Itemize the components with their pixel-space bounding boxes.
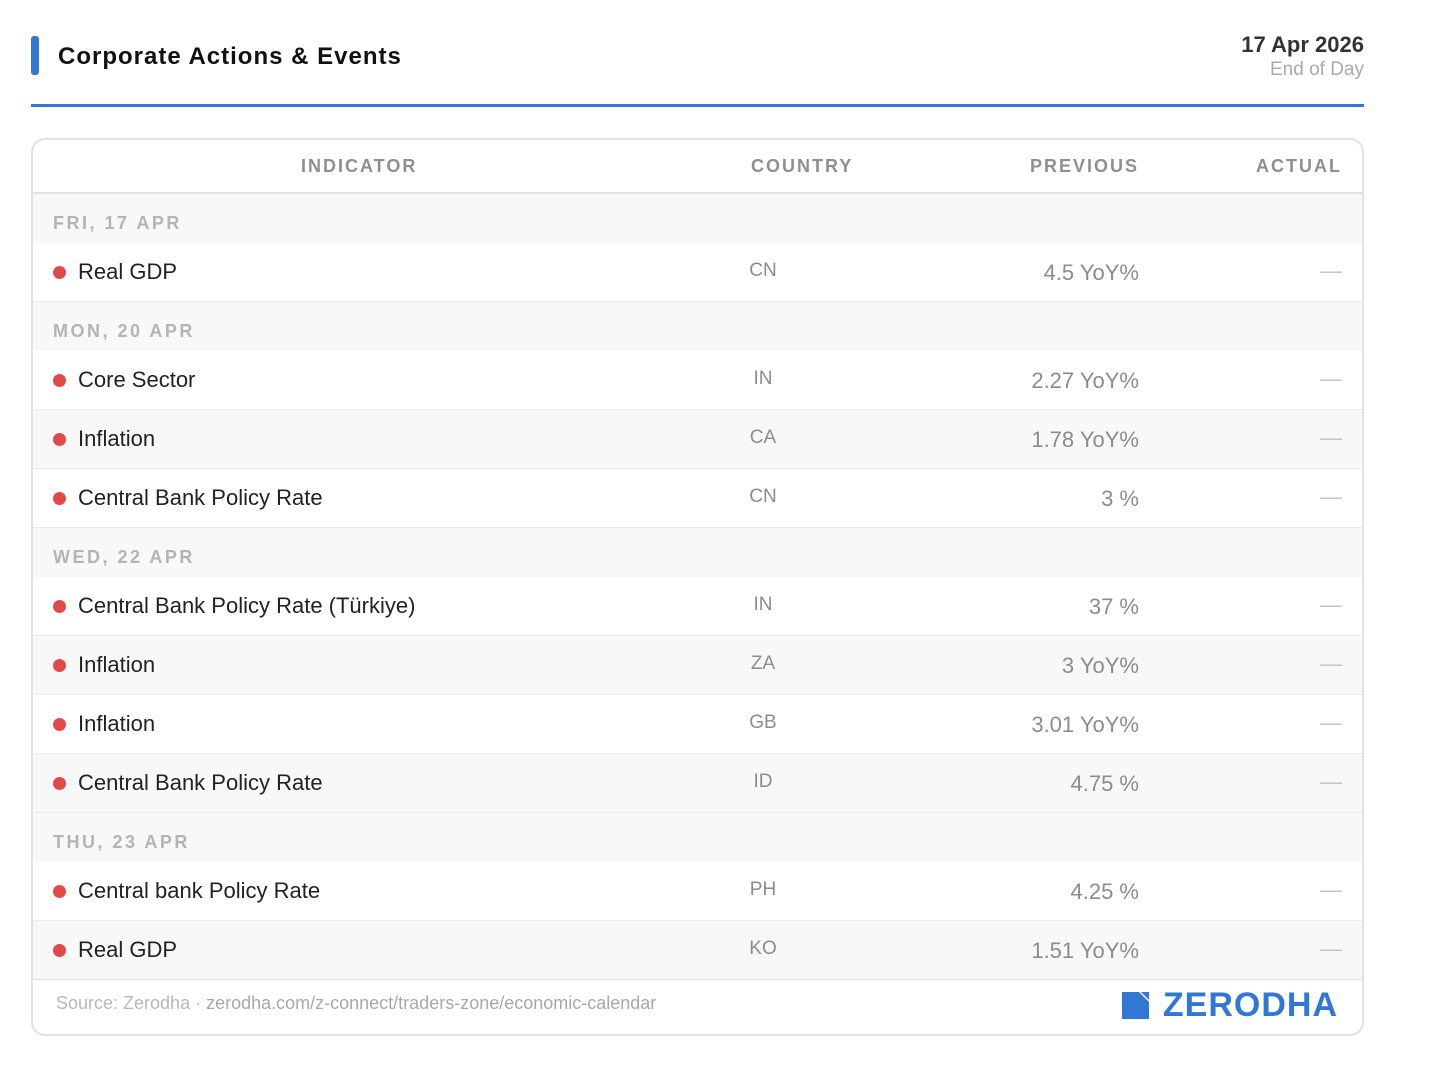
source-note: Source: Zerodha · zerodha.com/z-connect/… xyxy=(56,993,656,1014)
previous-value: 37 % xyxy=(1088,594,1139,619)
country-code: ZA xyxy=(750,653,776,674)
country-code: GB xyxy=(749,712,777,733)
actual-value: — xyxy=(1320,366,1342,391)
table-row[interactable]: Central Bank Policy Rate (Türkiye) IN 37 %… xyxy=(33,577,1362,636)
column-header-actual: ACTUAL xyxy=(1256,156,1342,176)
report-date-subtitle: End of Day xyxy=(1270,59,1364,80)
report-date: 17 Apr 2026 xyxy=(1241,32,1364,57)
brand-logo: ZERODHA xyxy=(1121,986,1338,1025)
actual-value: — xyxy=(1320,425,1342,450)
table-row[interactable]: Real GDP KO 1.51 YoY% — xyxy=(33,921,1362,980)
importance-dot-icon xyxy=(53,659,66,672)
indicator-name: Real GDP xyxy=(78,937,178,962)
table-row[interactable]: Core Sector IN 2.27 YoY% — xyxy=(33,351,1362,410)
indicator-name: Inflation xyxy=(78,426,156,451)
column-header-indicator: INDICATOR xyxy=(301,156,418,176)
previous-value: 3 YoY% xyxy=(1061,653,1139,678)
source-separator: · xyxy=(190,993,207,1013)
date-group-label: MON, 20 APR xyxy=(53,321,195,341)
source-label: Source: Zerodha xyxy=(56,993,191,1013)
actual-value: — xyxy=(1320,484,1342,509)
importance-dot-icon xyxy=(53,266,66,279)
header-accent-bar xyxy=(31,36,39,75)
indicator-name: Central Bank Policy Rate xyxy=(78,770,323,795)
importance-dot-icon xyxy=(53,885,66,898)
country-code: CN xyxy=(749,486,777,507)
previous-value: 4.5 YoY% xyxy=(1043,260,1139,285)
importance-dot-icon xyxy=(53,374,66,387)
country-code: CA xyxy=(749,427,777,448)
indicator-name: Central bank Policy Rate xyxy=(78,878,321,903)
table-row[interactable]: Real GDP CN 4.5 YoY% — xyxy=(33,243,1362,302)
country-code: IN xyxy=(753,368,773,389)
previous-value: 3 % xyxy=(1101,486,1139,511)
date-group-label: WED, 22 APR xyxy=(53,547,195,567)
actual-value: — xyxy=(1320,651,1342,676)
indicator-name: Inflation xyxy=(78,711,156,736)
importance-dot-icon xyxy=(53,600,66,613)
actual-value: — xyxy=(1320,877,1342,902)
date-group-header: MON, 20 APR xyxy=(33,302,1362,351)
actual-value: — xyxy=(1320,710,1342,735)
brand-wordmark: ZERODHA xyxy=(1162,986,1338,1024)
page-title: Corporate Actions & Events xyxy=(58,43,402,70)
previous-value: 4.25 % xyxy=(1070,879,1140,904)
source-link[interactable]: zerodha.com/z-connect/traders-zone/econo… xyxy=(206,993,656,1013)
previous-value: 1.78 YoY% xyxy=(1031,427,1139,452)
date-group-header: THU, 23 APR xyxy=(33,813,1362,862)
date-group-label: FRI, 17 APR xyxy=(53,213,182,233)
indicator-name: Central Bank Policy Rate xyxy=(78,485,323,510)
actual-value: — xyxy=(1320,592,1342,617)
country-code: IN xyxy=(753,594,773,615)
card-footer: Source: Zerodha · zerodha.com/z-connect/… xyxy=(33,977,1362,1034)
date-group-label: THU, 23 APR xyxy=(53,832,190,852)
table-header: INDICATOR COUNTRY PREVIOUS ACTUAL xyxy=(33,140,1362,194)
events-table-card: INDICATOR COUNTRY PREVIOUS ACTUAL FRI, 1… xyxy=(31,138,1364,1036)
actual-value: — xyxy=(1320,258,1342,283)
country-code: ID xyxy=(753,771,773,792)
previous-value: 3.01 YoY% xyxy=(1031,712,1139,737)
indicator-name: Inflation xyxy=(78,652,156,677)
indicator-name: Core Sector xyxy=(78,367,196,392)
table-row[interactable]: Central Bank Policy Rate ID 4.75 % — xyxy=(33,754,1362,813)
previous-value: 1.51 YoY% xyxy=(1031,938,1139,963)
importance-dot-icon xyxy=(53,718,66,731)
date-group-header: WED, 22 APR xyxy=(33,528,1362,577)
table-row[interactable]: Inflation CA 1.78 YoY% — xyxy=(33,410,1362,469)
date-group-header: FRI, 17 APR xyxy=(33,194,1362,243)
table-row[interactable]: Central bank Policy Rate PH 4.25 % — xyxy=(33,862,1362,921)
table-row[interactable]: Central Bank Policy Rate CN 3 % — xyxy=(33,469,1362,528)
table-body: FRI, 17 APR Real GDP CN 4.5 YoY% — MON, 20 AP… xyxy=(33,194,1362,980)
importance-dot-icon xyxy=(53,944,66,957)
importance-dot-icon xyxy=(53,777,66,790)
country-code: KO xyxy=(749,938,777,959)
importance-dot-icon xyxy=(53,433,66,446)
previous-value: 2.27 YoY% xyxy=(1031,368,1139,393)
column-header-previous: PREVIOUS xyxy=(1029,156,1139,176)
importance-dot-icon xyxy=(53,492,66,505)
column-header-country: COUNTRY xyxy=(751,156,854,176)
indicator-name: Real GDP xyxy=(78,259,178,284)
zerodha-logo-icon xyxy=(1121,992,1149,1019)
country-code: PH xyxy=(749,879,777,900)
previous-value: 4.75 % xyxy=(1070,771,1140,796)
table-row[interactable]: Inflation ZA 3 YoY% — xyxy=(33,636,1362,695)
table-row[interactable]: Inflation GB 3.01 YoY% — xyxy=(33,695,1362,754)
indicator-name: Central Bank Policy Rate (Türkiye) xyxy=(78,593,416,618)
page-header: Corporate Actions & Events 17 Apr 2026 E… xyxy=(31,30,1364,107)
actual-value: — xyxy=(1320,769,1342,794)
date-block: 17 Apr 2026 End of Day xyxy=(1241,32,1364,82)
actual-value: — xyxy=(1320,936,1342,961)
country-code: CN xyxy=(749,260,777,281)
